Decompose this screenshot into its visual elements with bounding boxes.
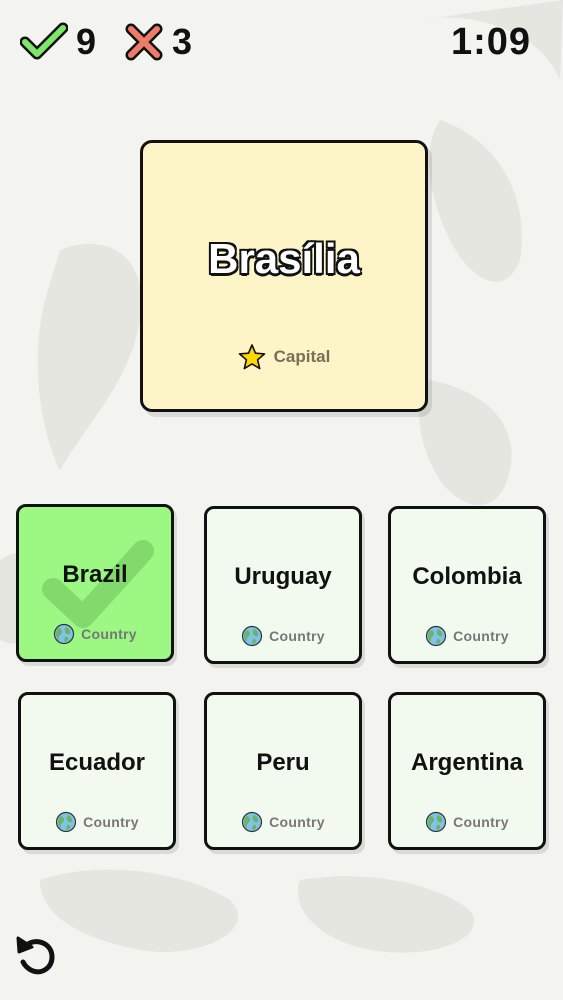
option-label: Brazil bbox=[62, 561, 128, 588]
option-type-label: Country bbox=[453, 814, 509, 830]
prompt-title: Brasília bbox=[207, 234, 361, 283]
option-type-label: Country bbox=[269, 628, 325, 644]
correct-count: 9 bbox=[76, 21, 97, 62]
option-brazil[interactable]: Brazil Country bbox=[16, 504, 174, 662]
wrong-counter: 3 bbox=[124, 20, 192, 64]
option-label: Colombia bbox=[412, 563, 522, 590]
option-label: Argentina bbox=[410, 749, 523, 776]
globe-icon bbox=[54, 623, 75, 645]
option-type-label: Country bbox=[453, 628, 509, 644]
option-label: Peru bbox=[256, 749, 310, 776]
option-peru[interactable]: Peru Country bbox=[204, 692, 362, 850]
option-type: Country bbox=[391, 811, 543, 833]
prompt-type-label: Capital bbox=[273, 347, 331, 366]
option-label: Uruguay bbox=[234, 563, 332, 590]
restart-button[interactable] bbox=[12, 930, 60, 978]
wrong-count: 3 bbox=[172, 21, 193, 62]
globe-icon bbox=[242, 625, 263, 647]
star-icon bbox=[238, 344, 265, 370]
option-colombia[interactable]: Colombia Country bbox=[388, 506, 546, 664]
option-type: Country bbox=[21, 811, 173, 833]
option-type: Country bbox=[207, 625, 359, 647]
prompt-card: Brasília Capital bbox=[140, 140, 428, 412]
globe-icon bbox=[426, 625, 447, 647]
option-type: Country bbox=[391, 625, 543, 647]
option-label: Ecuador bbox=[48, 749, 146, 776]
option-type-label: Country bbox=[81, 626, 137, 642]
globe-icon bbox=[242, 811, 263, 833]
prompt-type: Capital bbox=[143, 343, 425, 371]
option-type: Country bbox=[207, 811, 359, 833]
checkmark-icon bbox=[20, 22, 68, 60]
globe-icon bbox=[426, 811, 447, 833]
correct-counter: 9 bbox=[20, 20, 96, 64]
option-type-label: Country bbox=[83, 814, 139, 830]
option-type-label: Country bbox=[269, 814, 325, 830]
timer: 1:09 bbox=[450, 20, 531, 63]
cross-icon bbox=[125, 23, 163, 61]
globe-icon bbox=[56, 811, 77, 833]
option-uruguay[interactable]: Uruguay Country bbox=[204, 506, 362, 664]
option-type: Country bbox=[19, 623, 171, 645]
option-argentina[interactable]: Argentina Country bbox=[388, 692, 546, 850]
restart-icon bbox=[16, 936, 55, 975]
option-ecuador[interactable]: Ecuador Country bbox=[18, 692, 176, 850]
